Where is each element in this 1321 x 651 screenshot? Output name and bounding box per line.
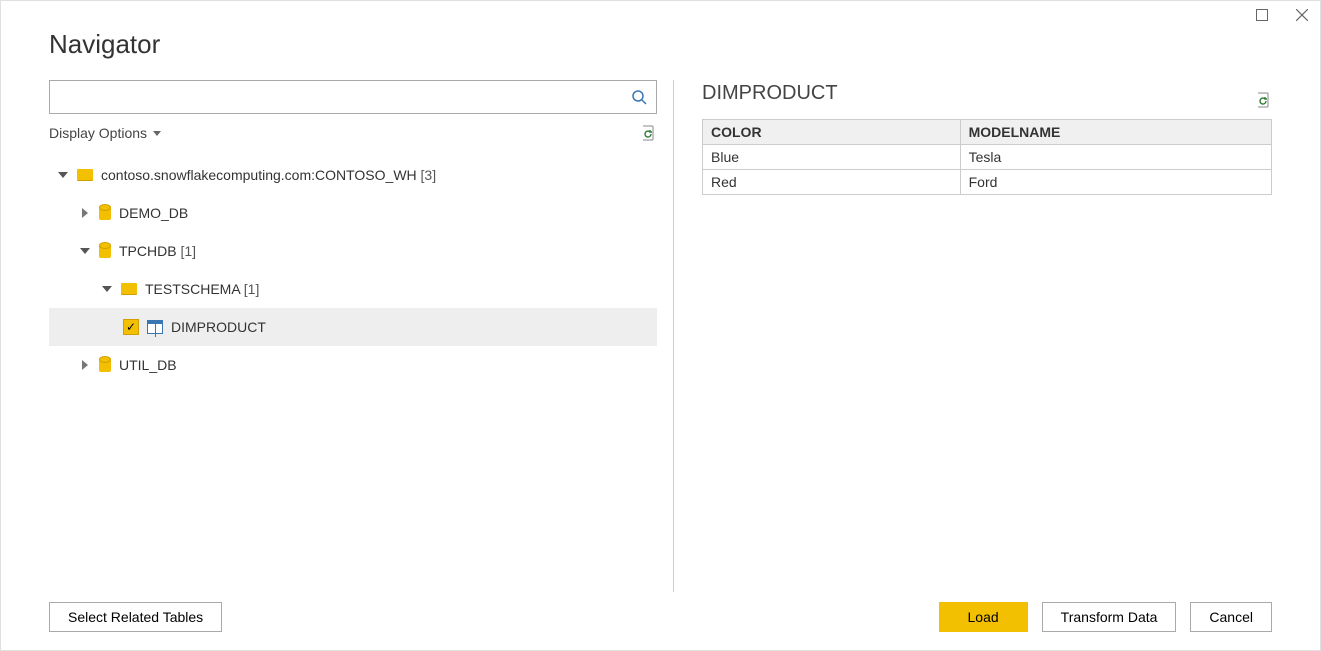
page-title: Navigator	[49, 29, 1320, 60]
window-controls	[1254, 7, 1310, 23]
database-icon	[99, 206, 111, 220]
cell: Ford	[960, 170, 1271, 195]
tree-node-label: UTIL_DB	[119, 357, 657, 373]
search-input[interactable]	[50, 81, 622, 113]
display-options-label: Display Options	[49, 125, 147, 141]
cancel-button[interactable]: Cancel	[1190, 602, 1272, 632]
display-options-dropdown[interactable]: Display Options	[49, 125, 161, 141]
database-icon	[99, 358, 111, 372]
search-icon[interactable]	[622, 81, 656, 113]
transform-data-button[interactable]: Transform Data	[1042, 602, 1177, 632]
navigator-dialog: Navigator Display Options	[0, 0, 1321, 651]
collapse-icon[interactable]	[79, 245, 91, 257]
checkbox-checked-icon[interactable]: ✓	[123, 319, 139, 335]
select-related-tables-button[interactable]: Select Related Tables	[49, 602, 222, 632]
table-row: Blue Tesla	[703, 145, 1272, 170]
column-header[interactable]: COLOR	[703, 120, 961, 145]
search-box	[49, 80, 657, 114]
tree-node-warehouse[interactable]: contoso.snowflakecomputing.com:CONTOSO_W…	[49, 156, 657, 194]
preview-table: COLOR MODELNAME Blue Tesla Red Ford	[702, 119, 1272, 195]
folder-icon	[77, 169, 93, 181]
preview-title: DIMPRODUCT	[702, 82, 838, 105]
cell: Tesla	[960, 145, 1271, 170]
tree-node-label: DEMO_DB	[119, 205, 657, 221]
load-button[interactable]: Load	[939, 602, 1028, 632]
cell: Red	[703, 170, 961, 195]
folder-icon	[121, 283, 137, 295]
tree-node-demo-db[interactable]: DEMO_DB	[49, 194, 657, 232]
collapse-icon[interactable]	[101, 283, 113, 295]
object-tree: contoso.snowflakecomputing.com:CONTOSO_W…	[49, 156, 657, 384]
tree-node-dimproduct[interactable]: ✓ DIMPRODUCT	[49, 308, 657, 346]
table-icon	[147, 320, 163, 334]
refresh-preview-icon[interactable]	[1254, 91, 1272, 109]
maximize-icon[interactable]	[1254, 7, 1270, 23]
column-header[interactable]: MODELNAME	[960, 120, 1271, 145]
tree-node-label: DIMPRODUCT	[171, 319, 657, 335]
close-icon[interactable]	[1294, 7, 1310, 23]
table-row: Red Ford	[703, 170, 1272, 195]
left-pane: Display Options contoso.snowflakecomputi…	[49, 80, 657, 592]
expand-icon[interactable]	[79, 207, 91, 219]
refresh-icon[interactable]	[639, 124, 657, 142]
cell: Blue	[703, 145, 961, 170]
chevron-down-icon	[153, 131, 161, 136]
tree-node-testschema[interactable]: TESTSCHEMA [1]	[49, 270, 657, 308]
tree-node-label: TPCHDB [1]	[119, 243, 657, 259]
expand-icon[interactable]	[79, 359, 91, 371]
database-icon	[99, 244, 111, 258]
tree-node-util-db[interactable]: UTIL_DB	[49, 346, 657, 384]
collapse-icon[interactable]	[57, 169, 69, 181]
tree-node-label: TESTSCHEMA [1]	[145, 281, 657, 297]
tree-node-tpchdb[interactable]: TPCHDB [1]	[49, 232, 657, 270]
preview-pane: DIMPRODUCT COLOR MODELNAME Blue Tesla Re…	[673, 80, 1272, 592]
tree-node-label: contoso.snowflakecomputing.com:CONTOSO_W…	[101, 167, 657, 183]
dialog-footer: Select Related Tables Load Transform Dat…	[1, 602, 1320, 650]
